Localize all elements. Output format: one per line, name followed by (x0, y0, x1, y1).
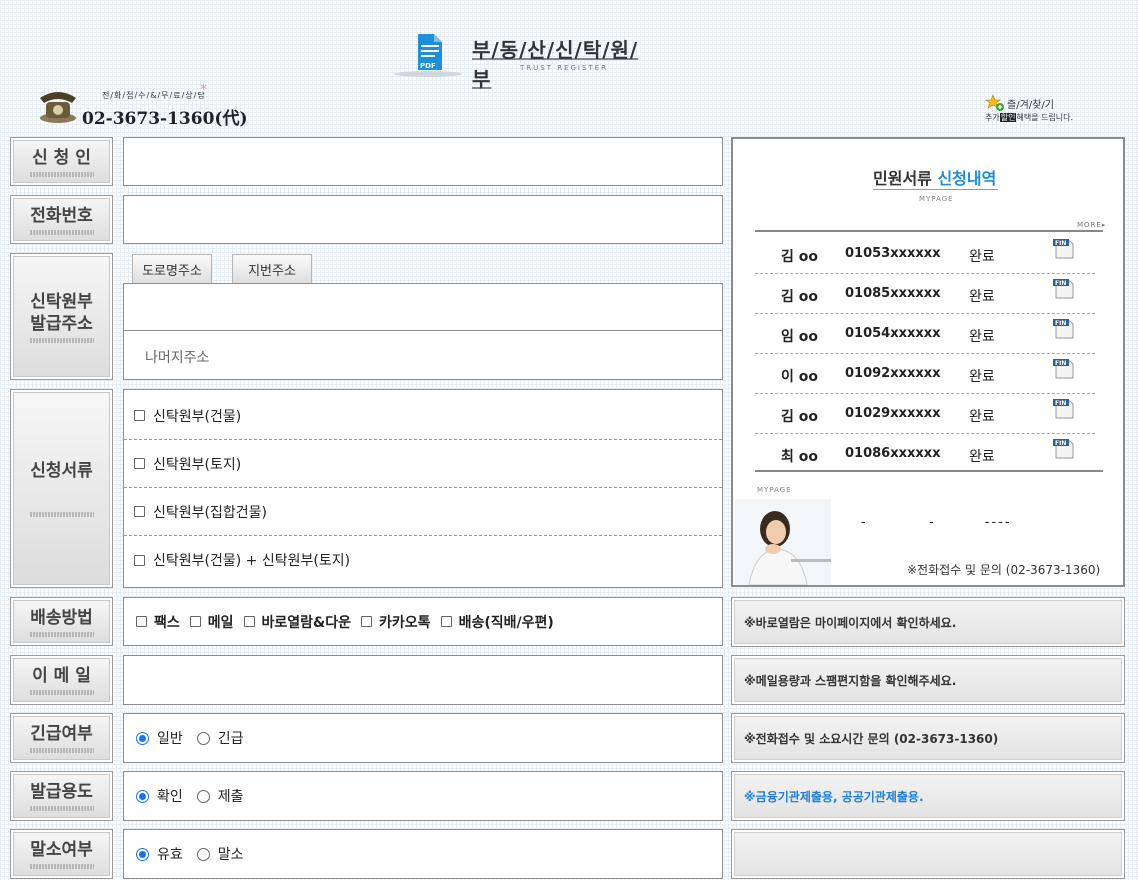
checkbox[interactable] (134, 554, 145, 566)
purpose-label: 발급용도 (10, 771, 113, 821)
checkbox[interactable] (136, 616, 147, 627)
address-detail-input[interactable]: 나머지주소 (123, 330, 723, 380)
history-row[interactable]: 임 oo 01054xxxxxx 완료 FIN (755, 313, 1095, 354)
telephone-icon (36, 88, 80, 124)
checkbox[interactable] (361, 616, 373, 627)
page-header: PDF 부/동/산/신/탁/원/부 TRUST REGISTER (392, 28, 652, 91)
phone-input[interactable] (123, 195, 723, 244)
delivery-note: ※바로열람은 마이페이지에서 확인하세요. (731, 597, 1125, 647)
history-row[interactable]: 김 oo 01085xxxxxx 완료 FIN (755, 273, 1095, 314)
add-favorites-link[interactable]: 즐/겨/찾/기 추가할인혜택을 드립니다. (985, 94, 1105, 128)
fin-document-icon[interactable]: FIN (1053, 278, 1075, 300)
svg-text:FIN: FIN (1055, 240, 1066, 247)
delivery-option-shipping[interactable]: 배송(직배/우편) (440, 612, 554, 632)
panel-contact-text: ※전화접수 및 문의 (02-3673-1360) (907, 563, 1101, 577)
delivery-option-fax[interactable]: 팩스 (136, 612, 180, 632)
radio-button[interactable] (136, 789, 149, 803)
delivery-option-kakao[interactable]: 카카오톡 (361, 612, 431, 632)
radio-button[interactable] (196, 789, 210, 803)
fin-document-icon[interactable]: FIN (1053, 238, 1075, 260)
documents-box: 신탁원부(건물) 신탁원부(토지) 신탁원부(집합건물) 신탁원부(건물) + … (123, 389, 723, 588)
fin-document-icon[interactable]: FIN (1053, 318, 1075, 340)
cancellation-note (731, 829, 1125, 879)
fin-document-icon[interactable]: FIN (1053, 358, 1075, 380)
phone-number: 02-3673-1360(代) (82, 109, 248, 129)
delivery-options: 팩스 메일 바로열람&다운 카카오톡 배송(직배/우편) (123, 597, 723, 646)
delivery-option-instant[interactable]: 바로열람&다운 (243, 612, 351, 632)
radio-button[interactable] (136, 731, 149, 745)
pdf-document-icon: PDF (392, 32, 464, 78)
cancellation-label: 말소여부 (10, 829, 113, 879)
cancellation-options: 유효 말소 (123, 829, 723, 879)
phone-contact: 전/화/접/수/&/무/료/상/담 02-3673-1360(代) * (30, 82, 250, 129)
svg-text:FIN: FIN (1055, 440, 1066, 447)
urgency-note: ※전화접수 및 소요시간 문의 (02-3673-1360) (731, 713, 1125, 763)
more-link[interactable]: MORE▸ (1077, 221, 1106, 229)
checkbox[interactable] (134, 410, 145, 421)
fin-document-icon[interactable]: FIN (1053, 438, 1075, 460)
documents-label: 신청서류 (10, 389, 113, 588)
svg-text:FIN: FIN (1055, 320, 1066, 327)
history-row[interactable]: 최 oo 01086xxxxxx 완료 FIN (755, 433, 1095, 473)
document-option[interactable]: 신탁원부(건물) + 신탁원부(토지) (124, 536, 722, 584)
urgency-options: 일반 긴급 (123, 713, 723, 763)
document-option[interactable]: 신탁원부(집합건물) (124, 488, 722, 536)
favorites-label: 즐/겨/찾/기 (1007, 100, 1054, 111)
delivery-option-email[interactable]: 메일 (189, 612, 234, 632)
tab-lot-address[interactable]: 지번주소 (232, 254, 312, 284)
application-history-panel: 민원서류 신청내역 MYPAGE MORE▸ 김 oo 01053xxxxxx 완료… (731, 137, 1125, 587)
purpose-note: ※금융기관제출용, 공공기관제출용. (731, 771, 1125, 821)
applicant-label: 신 청 인 (10, 137, 113, 186)
star-plus-icon (985, 94, 1005, 112)
checkbox[interactable] (134, 506, 145, 517)
svg-text:FIN: FIN (1055, 280, 1066, 287)
urgency-label: 긴급여부 (10, 713, 113, 763)
document-option[interactable]: 신탁원부(건물) (124, 392, 722, 440)
email-input[interactable] (123, 655, 723, 705)
radio-button[interactable] (136, 847, 149, 861)
checkbox[interactable] (243, 616, 255, 627)
page-subtitle: TRUST REGISTER (520, 64, 608, 72)
tab-road-address[interactable]: 도로명주소 (132, 254, 212, 284)
purpose-option-submit[interactable]: 제출 (196, 786, 244, 806)
svg-text:FIN: FIN (1055, 400, 1066, 407)
checkbox[interactable] (134, 458, 145, 469)
phone-caption: 전/화/접/수/&/무/료/상/담 (102, 91, 206, 100)
cancellation-option-valid[interactable]: 유효 (136, 844, 183, 864)
panel-title: 민원서류 신청내역 (873, 169, 997, 188)
phone-label: 전화번호 (10, 195, 113, 244)
document-option[interactable]: 신탁원부(토지) (124, 440, 722, 488)
applicant-input[interactable] (123, 137, 723, 186)
panel-placeholder-text: - - ---- (861, 515, 1012, 530)
address-label: 신탁원부 발급주소 (10, 253, 113, 380)
checkbox[interactable] (189, 616, 201, 627)
urgency-option-urgent[interactable]: 긴급 (196, 728, 244, 748)
cancellation-option-cancelled[interactable]: 말소 (196, 844, 244, 864)
panel-mypage-caption: MYPAGE (919, 195, 954, 203)
email-label: 이 메 일 (10, 655, 113, 705)
page-title: 부/동/산/신/탁/원/부 (472, 38, 639, 91)
favorites-subtext: 추가할인혜택을 드립니다. (985, 113, 1074, 122)
history-row[interactable]: 김 oo 01053xxxxxx 완료 FIN (755, 233, 1095, 274)
customer-service-photo (735, 499, 831, 586)
checkbox[interactable] (440, 616, 452, 627)
pdf-label: PDF (420, 62, 436, 70)
email-note: ※메일용량과 스팸편지함을 확인해주세요. (731, 655, 1125, 705)
radio-button[interactable] (196, 731, 210, 745)
urgency-option-normal[interactable]: 일반 (136, 728, 183, 748)
address-input[interactable] (123, 283, 723, 331)
purpose-options: 확인 제출 (123, 771, 723, 821)
history-row[interactable]: 이 oo 01092xxxxxx 완료 FIN (755, 353, 1095, 394)
history-row[interactable]: 김 oo 01029xxxxxx 완료 FIN (755, 393, 1095, 434)
asterisk-icon: * (200, 82, 207, 98)
radio-button[interactable] (196, 847, 210, 861)
purpose-option-confirm[interactable]: 확인 (136, 786, 183, 806)
fin-document-icon[interactable]: FIN (1053, 398, 1075, 420)
panel-mypage-caption-2: MYPAGE (757, 486, 792, 494)
delivery-label: 배송방법 (10, 597, 113, 646)
svg-text:FIN: FIN (1055, 360, 1066, 367)
